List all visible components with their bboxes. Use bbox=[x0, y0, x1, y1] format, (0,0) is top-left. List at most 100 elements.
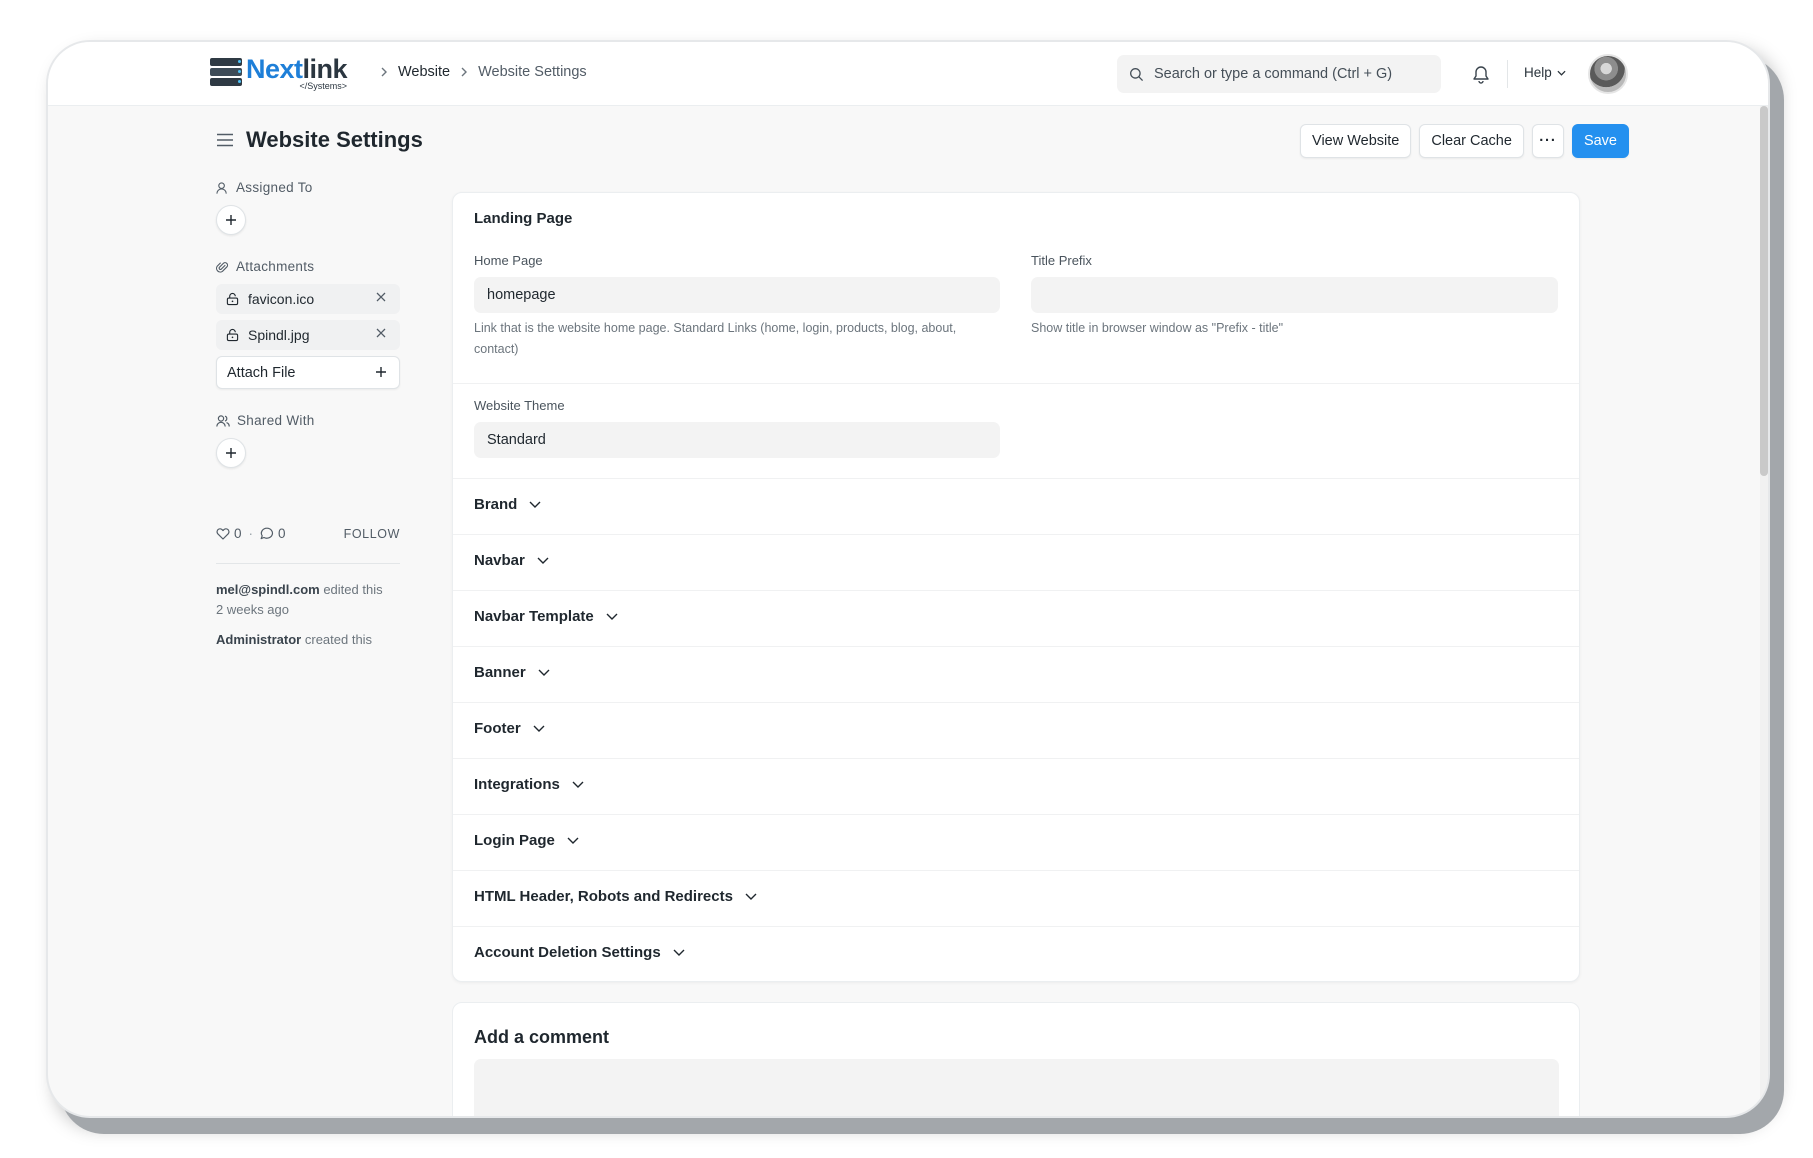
attachments-label: Attachments bbox=[216, 259, 402, 274]
section-login-page[interactable]: Login Page bbox=[474, 832, 579, 849]
section-divider bbox=[453, 870, 1579, 871]
hamburger-icon[interactable] bbox=[216, 133, 234, 152]
landing-page-section-title: Landing Page bbox=[474, 210, 573, 227]
chevron-down-icon bbox=[606, 613, 618, 620]
attachment-name[interactable]: Spindl.jpg bbox=[248, 327, 310, 343]
section-navbar-template[interactable]: Navbar Template bbox=[474, 608, 618, 625]
settings-form-card: Landing Page Home Page homepage Link tha… bbox=[452, 192, 1580, 982]
comment-icon[interactable] bbox=[260, 527, 274, 540]
section-footer[interactable]: Footer bbox=[474, 720, 545, 737]
user-avatar[interactable] bbox=[1588, 54, 1628, 94]
chevron-down-icon bbox=[572, 781, 584, 788]
logo-subtitle: </Systems> bbox=[299, 80, 348, 91]
home-page-field[interactable]: homepage bbox=[474, 277, 1000, 313]
section-divider bbox=[453, 590, 1579, 591]
paperclip-icon bbox=[216, 261, 229, 273]
plus-icon bbox=[376, 367, 386, 377]
website-theme-field[interactable]: Standard bbox=[474, 422, 1000, 458]
activity-user[interactable]: Administrator bbox=[216, 632, 301, 647]
section-label: Navbar bbox=[474, 552, 525, 569]
section-divider bbox=[453, 758, 1579, 759]
activity-item: mel@spindl.com edited this 2 weeks ago bbox=[216, 580, 400, 620]
section-label: Account Deletion Settings bbox=[474, 944, 661, 961]
top-navbar: Nextlink </Systems> Website Website Sett… bbox=[48, 42, 1768, 106]
section-banner[interactable]: Banner bbox=[474, 664, 550, 681]
section-brand[interactable]: Brand bbox=[474, 496, 541, 513]
section-divider bbox=[453, 926, 1579, 927]
page-header: Website Settings View Website Clear Cach… bbox=[216, 118, 1629, 166]
bell-icon[interactable] bbox=[1472, 64, 1490, 89]
heart-icon[interactable] bbox=[216, 527, 230, 540]
section-label: Navbar Template bbox=[474, 608, 594, 625]
clear-cache-button[interactable]: Clear Cache bbox=[1419, 124, 1524, 158]
comment-card: Add a comment bbox=[452, 1002, 1580, 1116]
help-dropdown[interactable]: Help bbox=[1524, 65, 1566, 80]
section-label: HTML Header, Robots and Redirects bbox=[474, 888, 733, 905]
section-label: Integrations bbox=[474, 776, 560, 793]
section-navbar[interactable]: Navbar bbox=[474, 552, 549, 569]
section-integrations[interactable]: Integrations bbox=[474, 776, 584, 793]
more-actions-button[interactable]: ··· bbox=[1531, 124, 1564, 158]
activity-item: Administrator created this bbox=[216, 630, 402, 650]
attach-file-label: Attach File bbox=[227, 364, 296, 381]
chevron-down-icon bbox=[745, 893, 757, 900]
activity-text: created this bbox=[304, 632, 373, 647]
breadcrumb: Website Website Settings bbox=[370, 64, 587, 80]
chevron-down-icon bbox=[567, 837, 579, 844]
lock-icon bbox=[226, 292, 239, 306]
search-icon bbox=[1130, 67, 1144, 81]
logo-mark-icon bbox=[208, 57, 244, 89]
activity-user[interactable]: mel@spindl.com bbox=[216, 582, 320, 597]
section-divider bbox=[453, 646, 1579, 647]
home-page-help: Link that is the website home page. Stan… bbox=[474, 321, 957, 356]
follow-button[interactable]: FOLLOW bbox=[344, 527, 400, 541]
users-icon bbox=[216, 414, 230, 427]
title-prefix-help: Show title in browser window as "Prefix … bbox=[1031, 321, 1284, 335]
comments-count: 0 bbox=[278, 526, 286, 541]
section-divider bbox=[453, 702, 1579, 703]
chevron-right-icon bbox=[380, 65, 388, 80]
attach-file-button[interactable]: Attach File bbox=[216, 356, 400, 389]
attachment-name[interactable]: favicon.ico bbox=[248, 291, 314, 307]
add-share-button[interactable] bbox=[216, 438, 246, 468]
user-icon bbox=[216, 181, 227, 194]
page-actions: View Website Clear Cache ··· Save bbox=[1300, 124, 1629, 158]
lock-icon bbox=[226, 328, 239, 342]
comment-input[interactable] bbox=[474, 1059, 1559, 1116]
activity-time: 2 weeks ago bbox=[216, 602, 289, 617]
website-theme-label: Website Theme bbox=[474, 398, 565, 413]
activity-text: edited this bbox=[323, 582, 383, 597]
sidebar-divider bbox=[216, 563, 400, 564]
likes-count: 0 bbox=[234, 526, 242, 541]
view-website-button[interactable]: View Website bbox=[1300, 124, 1412, 158]
attachment-item[interactable]: favicon.ico bbox=[216, 284, 400, 314]
shared-with-text: Shared With bbox=[237, 413, 315, 428]
stat-separator: · bbox=[248, 526, 254, 541]
section-divider bbox=[453, 383, 1579, 384]
title-prefix-field[interactable] bbox=[1031, 277, 1558, 313]
form-sidebar: Assigned To Attachments favicon.ico Spin… bbox=[216, 180, 402, 650]
help-label: Help bbox=[1524, 65, 1552, 80]
section-label: Footer bbox=[474, 720, 521, 737]
section-html-header[interactable]: HTML Header, Robots and Redirects bbox=[474, 888, 757, 905]
search-input[interactable]: Search or type a command (Ctrl + G) bbox=[1117, 55, 1441, 93]
close-icon[interactable] bbox=[376, 292, 386, 302]
chevron-down-icon bbox=[673, 949, 685, 956]
add-comment-title: Add a comment bbox=[474, 1027, 610, 1047]
attachment-item[interactable]: Spindl.jpg bbox=[216, 320, 400, 350]
brand-logo[interactable]: Nextlink </Systems> bbox=[208, 52, 358, 94]
section-divider bbox=[453, 814, 1579, 815]
chevron-down-icon bbox=[533, 725, 545, 732]
add-assignee-button[interactable] bbox=[216, 205, 246, 235]
save-button[interactable]: Save bbox=[1571, 124, 1629, 158]
title-prefix-label: Title Prefix bbox=[1031, 253, 1092, 268]
home-page-label: Home Page bbox=[474, 253, 543, 268]
section-account-deletion[interactable]: Account Deletion Settings bbox=[474, 944, 685, 961]
breadcrumb-website-settings[interactable]: Website Settings bbox=[478, 64, 587, 80]
chevron-right-icon bbox=[460, 65, 468, 80]
search-placeholder: Search or type a command (Ctrl + G) bbox=[1154, 66, 1393, 82]
breadcrumb-website[interactable]: Website bbox=[398, 64, 450, 80]
page-title: Website Settings bbox=[246, 127, 423, 152]
page-scrollbar-thumb[interactable] bbox=[1760, 106, 1768, 476]
close-icon[interactable] bbox=[376, 328, 386, 338]
